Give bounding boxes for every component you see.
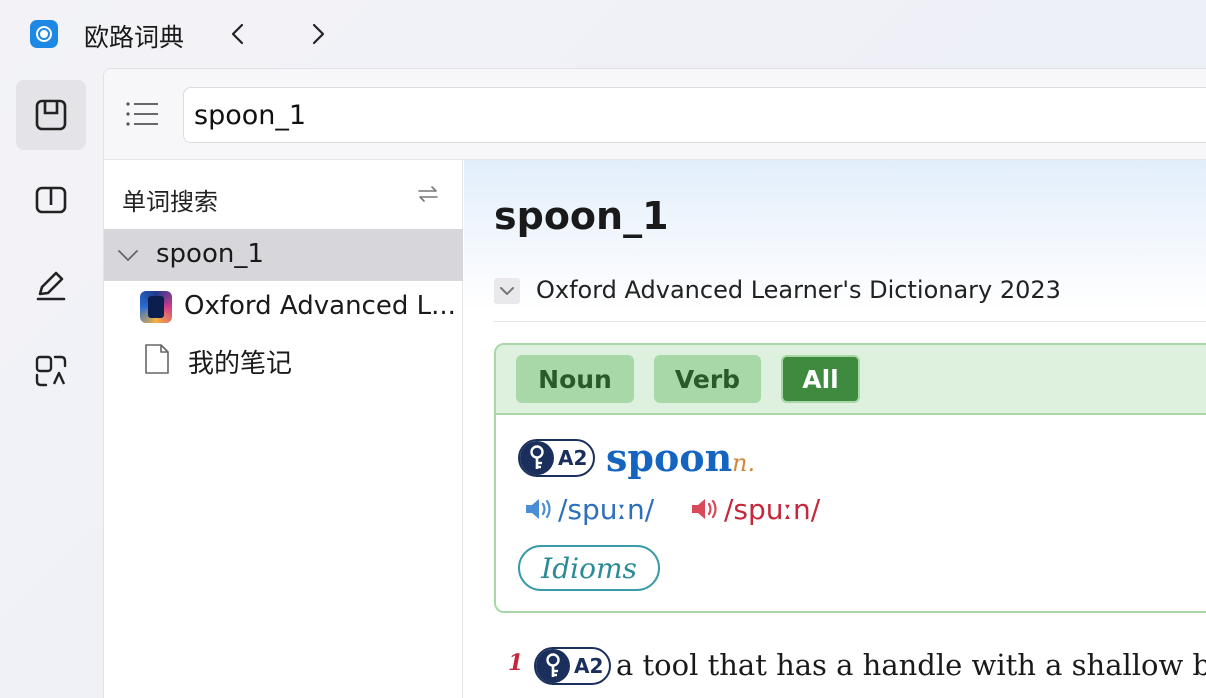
pos-tab-verb[interactable]: Verb [654,355,761,403]
document-icon [145,344,169,374]
tree-item-oxford[interactable]: Oxford Advanced L... [104,281,463,333]
pos-tab-all[interactable]: All [781,355,860,403]
dictionary-name: Oxford Advanced Learner's Dictionary 202… [536,276,1061,304]
pronunciation-uk-text: /spuːn/ [558,493,655,526]
sense-definition: a tool that has a handle with a shallow … [616,648,1206,682]
swap-button[interactable] [416,182,440,206]
pos-tab-noun[interactable]: Noun [516,355,634,403]
sidebar-title: 单词搜索 [122,188,218,216]
oxford-dictionary-icon [140,291,172,323]
tree-item-label: Oxford Advanced L... [184,291,454,321]
entry-card: Noun Verb All A2 spoon n. /spuːn/ /spuːn… [494,343,1206,613]
tree-item-label: spoon_1 [156,239,264,269]
dictionary-content: spoon_1 Oxford Advanced Learner's Dictio… [464,160,1206,698]
level-label: A2 [558,446,588,470]
level-label: A2 [574,654,604,678]
part-of-speech: n. [732,449,756,477]
speaker-uk-icon[interactable] [524,497,554,521]
title-bar: 欧路词典 [0,0,1206,68]
app-title: 欧路词典 [84,23,185,52]
tree-item-query[interactable]: spoon_1 [104,229,463,281]
key-icon [536,649,570,683]
rail-translate-button[interactable] [16,336,86,406]
idioms-button[interactable]: Idioms [518,545,660,591]
entry-word: spoon [606,435,733,480]
eudic-logo-icon [30,20,58,48]
dictionary-icon [35,99,67,131]
swap-icon [418,186,438,202]
speaker-us-icon[interactable] [690,497,720,521]
chevron-right-icon [312,23,325,45]
tree-item-notes[interactable]: 我的笔记 [104,333,463,385]
chevron-down-icon [500,287,514,295]
oxford-3000-badge: A2 [518,439,596,477]
dictionary-header: Oxford Advanced Learner's Dictionary 202… [494,270,1206,322]
pen-icon [36,271,66,301]
search-bar [104,69,1206,160]
collapse-toggle-button[interactable] [494,278,520,304]
forward-button[interactable] [304,20,332,48]
book-icon [35,186,67,214]
pos-tab-bar: Noun Verb All [496,345,1206,415]
sidebar-header: 单词搜索 [104,160,463,228]
chevron-left-icon [231,23,244,45]
sense-number: 1 [508,650,524,676]
rail-notes-button[interactable] [16,250,86,320]
translate-icon [35,355,67,387]
pronunciation-us[interactable]: /spuːn/ [690,493,820,526]
headword-title: spoon_1 [494,194,669,238]
chevron-down-icon[interactable] [116,243,140,267]
pronunciation-us-text: /spuːn/ [724,493,821,526]
main-panel: 单词搜索 spoon_1 Oxford Advanced L... 我的 [103,68,1206,698]
rail-dictionary-button[interactable] [16,80,86,150]
sense-level-badge: A2 [534,647,612,685]
tree-item-label: 我的笔记 [188,349,293,379]
list-menu-button[interactable] [124,99,160,129]
sidebar: 单词搜索 spoon_1 Oxford Advanced L... 我的笔记 [104,160,463,698]
list-menu-icon [126,102,158,126]
search-input[interactable] [183,87,1206,143]
rail-book-button[interactable] [16,165,86,235]
pronunciation-uk[interactable]: /spuːn/ [524,493,654,526]
back-button[interactable] [224,20,252,48]
key-icon [520,441,554,475]
